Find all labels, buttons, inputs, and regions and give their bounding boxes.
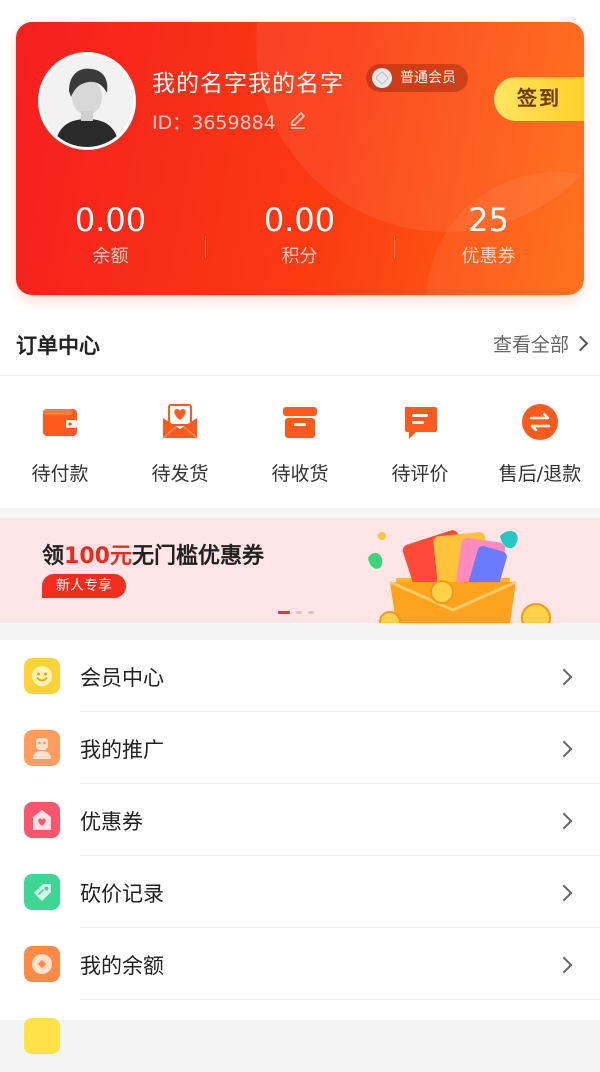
comment-icon <box>405 407 437 439</box>
menu-item-partial[interactable] <box>0 1000 600 1072</box>
coupon-banner[interactable]: 领100元无门槛优惠券 新人专享 <box>0 518 600 623</box>
stat-value: 0.00 <box>263 201 336 239</box>
carousel-dot-active <box>278 611 290 614</box>
order-status-label: 待收货 <box>271 463 329 485</box>
profile-card: 我的名字我的名字 普通会员 ID：3659884 签到 0.00 余额 0.00… <box>16 22 584 295</box>
order-status-label: 售后/退款 <box>498 463 582 485</box>
heart-envelope-icon <box>162 404 198 439</box>
chevron-right-icon <box>572 335 589 352</box>
order-status-pending-review[interactable]: 待评价 <box>360 402 480 486</box>
wallet-icon <box>43 409 77 436</box>
order-center: 订单中心 查看全部 待付款 待发货 待收货 待评价 售后/退款 <box>0 310 600 508</box>
view-all-label: 查看全部 <box>492 334 569 356</box>
carousel-dot <box>296 611 302 614</box>
red-envelope-illustration <box>368 530 551 623</box>
box-icon <box>283 407 317 438</box>
chevron-right-icon <box>555 668 573 686</box>
chevron-right-icon <box>555 884 573 902</box>
menu-item-coupons[interactable]: 优惠券 <box>0 784 600 856</box>
menu-item-label: 我的推广 <box>80 738 164 762</box>
carousel-indicator <box>278 611 320 623</box>
stat-label: 余额 <box>92 246 129 267</box>
avatar[interactable] <box>38 52 136 150</box>
order-center-title: 订单中心 <box>16 334 100 358</box>
menu-item-icon <box>24 1018 60 1054</box>
user-id: ID：3659884 <box>152 112 276 134</box>
menu-item-member-center[interactable]: 会员中心 <box>0 640 600 712</box>
order-status-label: 待评价 <box>391 463 449 485</box>
stat-balance[interactable]: 0.00 余额 <box>16 200 205 268</box>
order-status-label: 待付款 <box>31 463 89 485</box>
banner-amount: 100元 <box>64 544 132 569</box>
order-status-pending-receipt[interactable]: 待收货 <box>240 402 360 486</box>
menu-item-bargain-records[interactable]: 砍价记录 <box>0 856 600 928</box>
carousel-dot <box>308 611 314 614</box>
stat-points[interactable]: 0.00 积分 <box>205 200 394 268</box>
new-user-tag: 新人专享 <box>42 574 126 598</box>
banner-text-prefix: 领 <box>42 544 65 569</box>
menu-item-my-balance[interactable]: 我的余额 <box>0 928 600 1000</box>
divider <box>0 375 600 376</box>
stat-value: 25 <box>468 201 509 239</box>
stat-coupons[interactable]: 25 优惠券 <box>394 200 583 268</box>
chevron-right-icon <box>555 740 573 758</box>
checkin-button[interactable]: 签到 <box>494 77 584 121</box>
tag-icon <box>24 874 60 910</box>
menu-list: 会员中心 我的推广 优惠券 砍价记录 我的余额 <box>0 640 600 1054</box>
coupon-heart-icon <box>24 802 60 838</box>
menu-item-label: 优惠券 <box>80 810 143 834</box>
avatar-image <box>41 55 133 147</box>
smile-icon <box>24 658 60 694</box>
menu-item-label: 砍价记录 <box>80 882 164 906</box>
exchange-icon <box>522 404 558 440</box>
coin-icon <box>24 946 60 982</box>
member-level-badge[interactable]: 普通会员 <box>366 64 468 92</box>
banner-headline: 领100元无门槛优惠券 <box>42 538 264 570</box>
order-status-label: 待发货 <box>151 463 209 485</box>
chevron-right-icon <box>555 956 573 974</box>
person-icon <box>24 730 60 766</box>
stat-label: 优惠券 <box>461 246 516 267</box>
view-all-orders-link[interactable]: 查看全部 <box>492 330 589 357</box>
order-status-after-sales[interactable]: 售后/退款 <box>480 402 600 486</box>
chevron-right-icon <box>555 812 573 830</box>
stat-value: 0.00 <box>74 201 147 239</box>
menu-item-label: 我的余额 <box>80 954 164 978</box>
stat-label: 积分 <box>281 246 318 267</box>
menu-item-my-promotion[interactable]: 我的推广 <box>0 712 600 784</box>
username: 我的名字我的名字 <box>152 71 344 97</box>
order-status-pending-shipment[interactable]: 待发货 <box>120 402 240 486</box>
member-level-label: 普通会员 <box>400 70 456 86</box>
banner-text-suffix: 无门槛优惠券 <box>131 544 264 569</box>
member-badge-icon <box>372 68 392 88</box>
order-status-pending-payment[interactable]: 待付款 <box>0 402 120 486</box>
menu-item-label: 会员中心 <box>80 666 164 690</box>
edit-icon[interactable] <box>288 110 308 130</box>
